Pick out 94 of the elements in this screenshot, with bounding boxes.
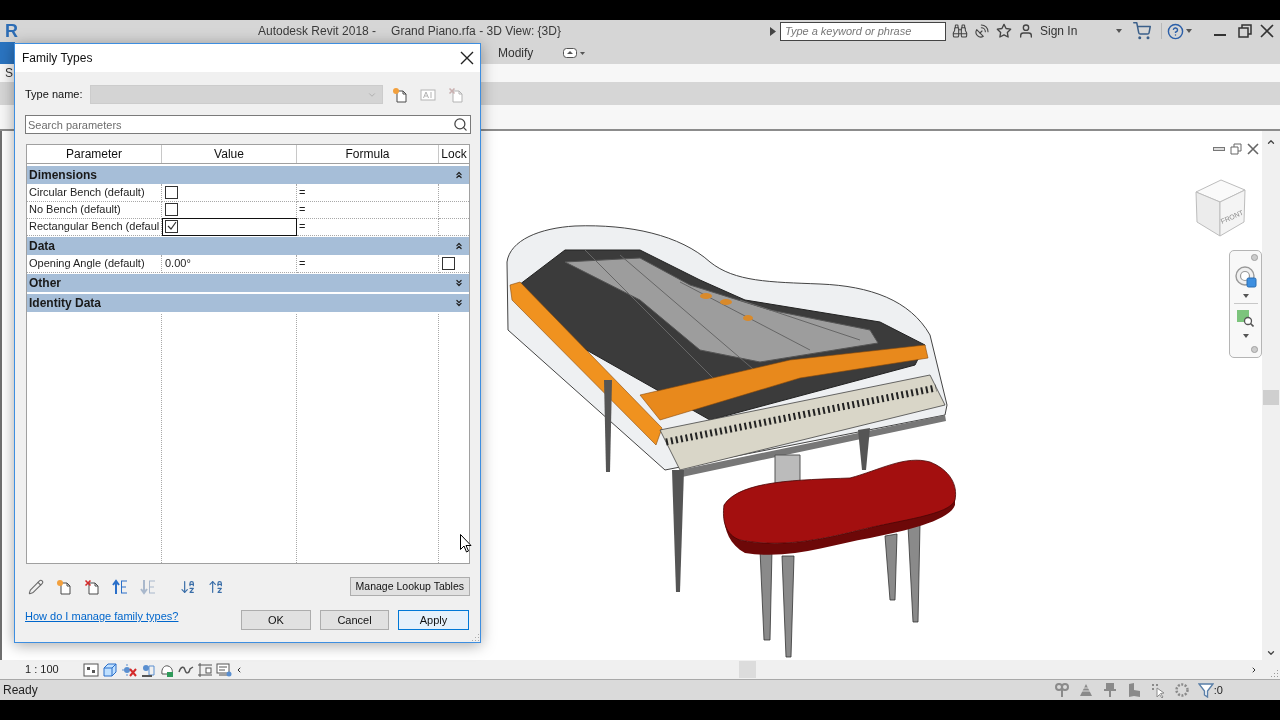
- group-name: Data: [29, 238, 55, 255]
- resize-grip-icon[interactable]: [471, 633, 479, 641]
- column-header[interactable]: Parameter: [27, 145, 162, 163]
- expand-icon[interactable]: [454, 298, 464, 308]
- binoculars-icon[interactable]: [952, 23, 968, 39]
- scrollbar-thumb[interactable]: [1263, 390, 1279, 405]
- group-row[interactable]: Dimensions: [27, 166, 469, 184]
- column-header[interactable]: Lock: [439, 145, 469, 163]
- star-icon[interactable]: [996, 23, 1012, 39]
- collapse-icon[interactable]: [454, 170, 464, 180]
- caret-icon[interactable]: [1242, 294, 1249, 298]
- pin-icon[interactable]: [1101, 682, 1118, 698]
- ribbon-label: S: [5, 65, 13, 82]
- caret-icon[interactable]: [1242, 334, 1249, 338]
- table-cell[interactable]: 0.00°: [162, 255, 297, 273]
- table-cell[interactable]: [162, 218, 297, 236]
- close-button[interactable]: [460, 51, 474, 65]
- help-icon[interactable]: [1167, 22, 1184, 40]
- sort-descending-icon[interactable]: [208, 578, 224, 595]
- cursor-icon[interactable]: [1149, 682, 1166, 698]
- satellite-dish-icon[interactable]: [974, 23, 990, 39]
- filter-count[interactable]: :0: [1213, 681, 1223, 699]
- column-header[interactable]: Formula: [297, 145, 439, 163]
- shopping-cart-icon[interactable]: [1133, 22, 1151, 40]
- view-scale[interactable]: 1 : 100: [25, 661, 83, 678]
- manage-lookup-tables-button[interactable]: Manage Lookup Tables: [349, 577, 470, 596]
- sign-in-button[interactable]: Sign In: [1040, 22, 1112, 40]
- frame-icon[interactable]: [83, 661, 99, 678]
- group-row[interactable]: Other: [27, 274, 469, 292]
- table-cell: =: [297, 201, 439, 219]
- checkbox[interactable]: [165, 185, 178, 199]
- collapse-icon[interactable]: [454, 241, 464, 251]
- checkbox[interactable]: [165, 219, 178, 233]
- zoom-icon[interactable]: [1237, 310, 1254, 327]
- table-cell: Circular Bench (default): [27, 184, 162, 202]
- dialog-button[interactable]: Apply: [398, 610, 469, 630]
- group-name: Dimensions: [29, 167, 97, 184]
- group-name: Other: [29, 275, 61, 292]
- column-header[interactable]: Value: [162, 145, 297, 163]
- cube-icon[interactable]: [102, 661, 118, 678]
- table-cell[interactable]: [162, 201, 297, 219]
- table-cell[interactable]: [162, 184, 297, 202]
- filter-icon[interactable]: [1197, 682, 1214, 698]
- table-cell: =: [297, 255, 439, 273]
- restore-icon[interactable]: [1238, 24, 1252, 38]
- dialog-button[interactable]: Cancel: [320, 610, 389, 630]
- sort-ascending-icon[interactable]: [180, 578, 196, 595]
- table-cell: No Bench (default): [27, 201, 162, 219]
- striped-triangle-icon[interactable]: [1077, 682, 1094, 698]
- help-link[interactable]: How do I manage family types?: [25, 610, 179, 622]
- app-title: Autodesk Revit 2018 -: [258, 23, 377, 40]
- steering-wheel-icon[interactable]: [1234, 266, 1257, 288]
- table-cell: Opening Angle (default): [27, 255, 162, 273]
- table-cell: =: [297, 184, 439, 202]
- panel-toggle-icon[interactable]: [563, 48, 586, 58]
- close-view-icon[interactable]: [1247, 143, 1259, 155]
- dialog-button[interactable]: OK: [241, 610, 311, 630]
- close-icon[interactable]: [1260, 24, 1274, 38]
- caret-icon[interactable]: [1186, 29, 1192, 33]
- group-row[interactable]: Identity Data: [27, 294, 469, 312]
- checkbox[interactable]: [165, 202, 178, 216]
- table-cell: =: [297, 218, 439, 236]
- sun-off-icon[interactable]: [121, 661, 137, 678]
- app-logo[interactable]: R: [5, 22, 19, 40]
- group-name: Identity Data: [29, 295, 101, 312]
- restore-view-icon[interactable]: [1230, 143, 1242, 155]
- minimize-view-icon[interactable]: [1213, 147, 1225, 151]
- user-icon[interactable]: [1018, 23, 1034, 39]
- table-cell: Rectangular Bench (defaul: [27, 218, 162, 236]
- search-icon[interactable]: [453, 117, 468, 132]
- ribbon-tab[interactable]: Modify: [498, 44, 534, 62]
- expand-icon[interactable]: [454, 278, 464, 288]
- move-up-icon[interactable]: [112, 578, 128, 595]
- scrollbar-thumb[interactable]: [739, 661, 756, 678]
- crop-icon[interactable]: [197, 661, 213, 678]
- caret-icon[interactable]: [1116, 29, 1122, 33]
- type-name-label: Type name:: [25, 87, 84, 103]
- expand-triangle-icon[interactable]: [770, 26, 776, 36]
- help-search-field[interactable]: Type a keyword or phrase: [780, 21, 946, 41]
- document-title: Grand Piano.rfa - 3D View: {3D}: [391, 23, 561, 40]
- ring-icon[interactable]: [1173, 682, 1190, 698]
- dialog-title: Family Types: [22, 50, 93, 67]
- delete-parameter-icon[interactable]: [84, 578, 100, 595]
- scroll-up-icon[interactable]: [1266, 137, 1276, 147]
- scroll-down-icon[interactable]: [1266, 648, 1276, 658]
- resize-grip-icon[interactable]: [1270, 669, 1278, 677]
- value-text: 0.00°: [165, 256, 191, 271]
- new-parameter-icon[interactable]: [56, 578, 72, 595]
- checkbox[interactable]: [442, 256, 455, 270]
- double-ring-icon[interactable]: [1053, 682, 1070, 698]
- search-field[interactable]: Search parameters: [25, 115, 471, 134]
- group-row[interactable]: Data: [27, 237, 469, 255]
- status-message: Ready: [3, 682, 38, 699]
- pencil-icon[interactable]: [28, 578, 44, 595]
